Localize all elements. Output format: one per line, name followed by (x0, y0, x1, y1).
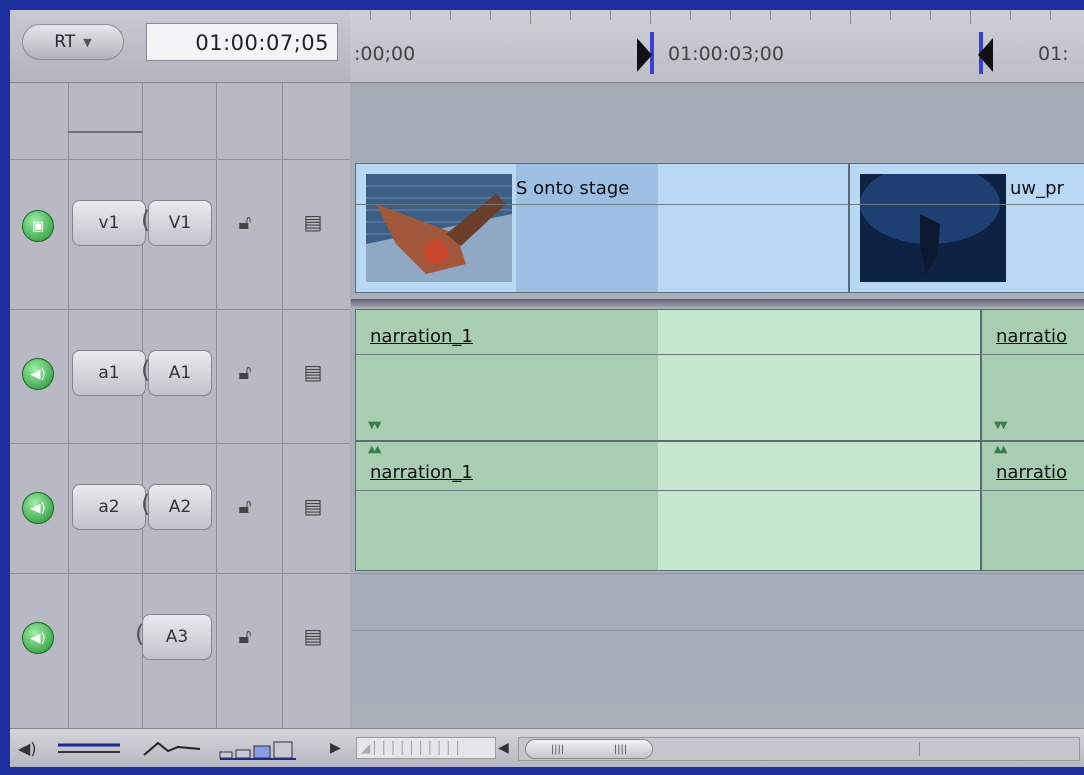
dest-patch-a2[interactable]: A2 (148, 484, 212, 530)
in-point-marker-icon[interactable] (637, 38, 652, 72)
clip-name: narration_1 (370, 326, 473, 347)
source-patch-a2[interactable]: a2 (72, 484, 146, 530)
video-audio-divider[interactable] (351, 299, 1084, 307)
auto-select-icon[interactable]: ▤ (298, 360, 328, 384)
speaker-icon[interactable]: ◀) (22, 492, 54, 524)
time-ruler[interactable]: :00;00 01:00:03;00 01: (350, 10, 1084, 83)
rt-label: RT (54, 32, 76, 52)
dest-patch-v1[interactable]: V1 (148, 200, 212, 246)
track-headers: ▣ v1 ( V1 🔓︎ ▤ ◀) a1 ( A1 🔓︎ ▤ ◀) a2 (A… (10, 83, 350, 728)
horizontal-scrollbar[interactable]: |||| |||| (518, 737, 1080, 761)
audio-clip[interactable]: narration_1 ▼▼ (355, 309, 981, 441)
audio-clip[interactable]: ▲▲ narration_1 (355, 441, 981, 571)
dest-patch-a3[interactable]: A3 (142, 614, 212, 660)
dest-patch-a1[interactable]: A1 (148, 350, 212, 396)
rt-menu-button[interactable]: RT ▼ (22, 24, 124, 60)
lock-icon[interactable]: 🔓︎ (230, 494, 260, 518)
lock-icon[interactable]: 🔓︎ (230, 624, 260, 648)
video-clip[interactable]: S onto stage (355, 163, 849, 293)
clip-name: narratio (996, 462, 1068, 483)
play-right-icon[interactable]: ▶ (330, 735, 341, 761)
clip-overlays-icon[interactable] (142, 735, 204, 761)
source-patch-a1-label: a1 (98, 363, 120, 383)
clip-thumbnail (860, 174, 1006, 282)
auto-select-icon[interactable]: ▤ (298, 210, 328, 234)
timeline-header-controls: RT ▼ 01:00:07;05 (10, 10, 350, 83)
track-header-a2: ◀) a2 ( A2 🔓︎ ▤ (10, 443, 350, 574)
clip-name: narration_1 (370, 462, 473, 483)
source-patch-a2-label: a2 (98, 497, 120, 517)
zoom-slider[interactable]: ◢ ▏▏▏▏▏▏▏▏▏▏ (356, 737, 496, 759)
source-patch-a1[interactable]: a1 (72, 350, 146, 396)
chevron-down-icon: ▼ (83, 35, 92, 49)
video-clip[interactable]: uw_pr (849, 163, 1084, 293)
video-track-visibility-icon[interactable]: ▣ (22, 210, 54, 242)
track-header-v1: ▣ v1 ( V1 🔓︎ ▤ (10, 159, 350, 300)
dest-patch-v1-label: V1 (168, 213, 192, 233)
dest-patch-a2-label: A2 (168, 497, 192, 517)
empty-track-a3[interactable] (351, 573, 1084, 704)
clip-name: narratio (996, 326, 1068, 347)
ruler-label-start: :00;00 (354, 43, 416, 65)
timeline-bottom-bar: ◀) ▶ ◢ ▏▏▏▏▏▏▏▏▏▏ ◀ |||| |||| (10, 728, 1084, 767)
audio-clip[interactable]: ▲▲ narratio (981, 441, 1084, 571)
track-height-icon[interactable] (56, 735, 122, 761)
speaker-icon[interactable]: ◀) (22, 622, 54, 654)
source-patch-v1[interactable]: v1 (72, 200, 146, 246)
lock-icon[interactable]: 🔓︎ (230, 210, 260, 234)
current-timecode-field[interactable]: 01:00:07;05 (146, 23, 338, 61)
scrollbar-thumb[interactable]: |||| |||| (525, 739, 653, 759)
timeline-canvas[interactable]: S onto stage uw_pr narration_1 ▼▼ narrat… (351, 83, 1084, 728)
clip-name: S onto stage (516, 178, 630, 199)
lock-icon[interactable]: 🔓︎ (230, 360, 260, 384)
clip-thumbnail (366, 174, 512, 282)
dest-patch-a1-label: A1 (168, 363, 192, 383)
source-patch-v1-label: v1 (98, 213, 120, 233)
speaker-icon[interactable]: ◀) (22, 358, 54, 390)
track-header-a3: ◀) ( A3 🔓︎ ▤ (10, 573, 350, 704)
out-point-marker-icon[interactable] (978, 38, 993, 72)
scroll-left-icon[interactable]: ◀ (498, 735, 509, 761)
track-header-a1: ◀) a1 ( A1 🔓︎ ▤ (10, 309, 350, 444)
dest-patch-a3-label: A3 (165, 627, 189, 647)
timeline-window: RT ▼ 01:00:07;05 :00;00 01:00:03;00 01: (10, 10, 1084, 767)
auto-select-icon[interactable]: ▤ (298, 494, 328, 518)
auto-select-icon[interactable]: ▤ (298, 624, 328, 648)
ruler-label-end: 01: (1038, 43, 1069, 65)
ruler-label-mid: 01:00:03;00 (668, 43, 784, 65)
audio-controls-icon[interactable]: ◀) (18, 735, 37, 761)
audio-clip[interactable]: narratio ▼▼ (981, 309, 1084, 441)
clip-name: uw_pr (1010, 178, 1064, 199)
track-size-icon[interactable] (218, 735, 302, 761)
